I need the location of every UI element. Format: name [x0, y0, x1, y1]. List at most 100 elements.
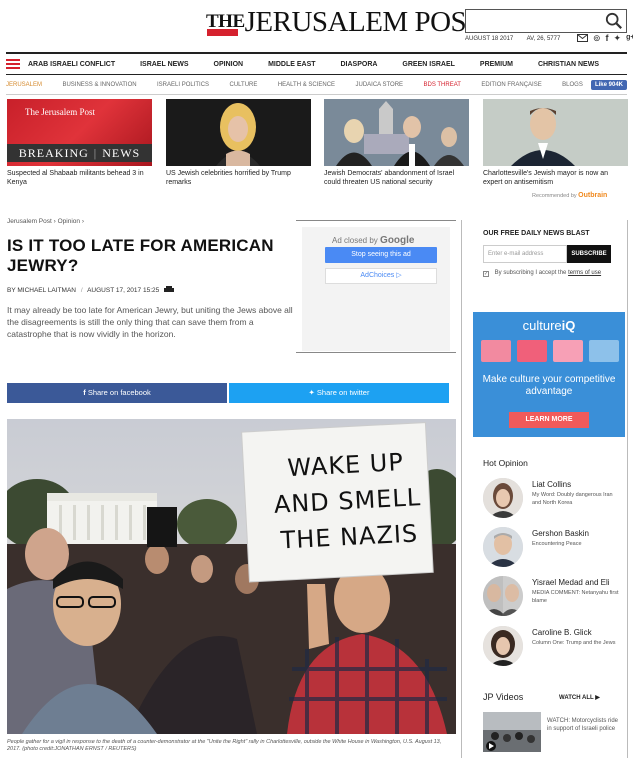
culture-logo-b: iQ — [561, 318, 576, 333]
hot-opinion-title: Hot Opinion — [483, 458, 528, 468]
mail-icon[interactable] — [577, 34, 588, 42]
header-divider — [6, 52, 627, 54]
subnav-item-edition-fran-aise[interactable]: EDITION FRANÇAISE — [481, 82, 541, 88]
breaking-news-thumb[interactable]: The Jerusalem Post BREAKING | NEWS — [7, 99, 152, 166]
search-input[interactable] — [465, 9, 627, 33]
ad-closed-text: Ad closed by — [332, 236, 378, 245]
watch-all-link[interactable]: WATCH ALL ▶ — [559, 694, 600, 701]
celebrity-photo[interactable] — [166, 99, 311, 166]
twitter-icon[interactable]: ✦ — [614, 33, 622, 43]
outbrain-recommended[interactable]: Recommended by Outbrain — [532, 192, 607, 199]
menu-icon[interactable] — [6, 59, 20, 69]
column-title[interactable]: My Word: Doubly dangerous Iran and North… — [532, 492, 622, 507]
chevron-right-icon: › — [81, 218, 84, 225]
breadcrumb-opinion[interactable]: Opinion — [58, 218, 80, 225]
nav-item-arab-israeli-conflict[interactable]: ARAB ISRAELI CONFLICT — [28, 61, 115, 68]
ad-closed-label: Ad closed by Google — [332, 235, 415, 246]
subnav-item-jerusalem[interactable]: JERUSALEM — [6, 82, 42, 88]
terms-row: ✓ By subscribing I accept the terms of u… — [483, 270, 601, 277]
columnist-name[interactable]: Yisrael Medad and Eli — [532, 578, 610, 587]
culture-headline: Make culture your competitive advantage — [482, 374, 616, 397]
subscribe-button[interactable]: SUBSCRIBE — [567, 245, 611, 263]
article-date: AUGUST 17, 2017 15:25 — [87, 287, 160, 294]
story-caption[interactable]: Charlottesville's Jewish mayor is now an… — [483, 169, 628, 187]
story-caption[interactable]: US Jewish celebrities horrified by Trump… — [166, 169, 311, 187]
story-caption[interactable]: Jewish Democrats' abandonment of Israel … — [324, 169, 469, 187]
rss-icon[interactable]: ⊚ — [593, 33, 601, 43]
email-field[interactable]: Enter e-mail address — [483, 245, 567, 263]
columnist-name[interactable]: Gershon Baskin — [532, 529, 589, 538]
author-link[interactable]: BY MICHAEL LAITMAN — [7, 287, 76, 294]
columnist-name[interactable]: Caroline B. Glick — [532, 628, 592, 637]
share-facebook-button[interactable]: f Share on facebook — [7, 383, 227, 403]
video-caption[interactable]: WATCH: Motorcyclists ride in support of … — [547, 717, 619, 733]
stop-seeing-ad-button[interactable]: Stop seeing this ad — [325, 247, 437, 263]
top-story-4[interactable]: Charlottesville's Jewish mayor is now an… — [483, 99, 628, 187]
logo-name: JERUSALEM POST — [244, 6, 484, 38]
nav-item-israel-news[interactable]: ISRAEL NEWS — [140, 61, 189, 68]
avatar[interactable] — [483, 527, 523, 567]
search-icon[interactable] — [605, 12, 623, 30]
hot-opinion-item[interactable]: Liat Collins My Word: Doubly dangerous I… — [483, 478, 623, 522]
top-story-2[interactable]: US Jewish celebrities horrified by Trump… — [166, 99, 311, 187]
subnav-item-blogs[interactable]: BLOGS — [562, 82, 583, 88]
terms-checkbox[interactable]: ✓ — [483, 271, 489, 277]
byline: BY MICHAEL LAITMAN / AUGUST 17, 2017 15:… — [7, 286, 175, 294]
subnav-item-health-science[interactable]: HEALTH & SCIENCE — [278, 82, 335, 88]
terms-prefix: By subscribing I accept the — [494, 270, 567, 276]
hot-opinion-item[interactable]: Caroline B. Glick Column One: Trump and … — [483, 626, 623, 670]
video-thumbnail[interactable] — [483, 712, 541, 752]
subnav-item-business-innovation[interactable]: BUSINESS & INNOVATION — [62, 82, 136, 88]
avatar[interactable] — [483, 478, 523, 518]
nav-item-middle-east[interactable]: MIDDLE EAST — [268, 61, 315, 68]
terms-link[interactable]: terms of use — [568, 270, 601, 276]
jp-videos-title: JP Videos — [483, 692, 524, 702]
photo-caption: People gather for a vigil in response to… — [7, 739, 442, 752]
subnav-divider — [6, 94, 627, 95]
facebook-icon: f — [83, 388, 86, 397]
article-photo[interactable]: WAKE UP AND SMELL THE NAZIS — [7, 419, 456, 734]
google-logo: Google — [380, 235, 415, 246]
date-line: AUGUST 18 2017 AV, 26, 5777 — [465, 36, 572, 42]
gplus-icon[interactable]: g+ — [626, 33, 633, 43]
print-icon[interactable] — [164, 286, 175, 293]
adchoices-button[interactable]: AdChoices ▷ — [325, 268, 437, 284]
outbrain-logo: Outbrain — [578, 192, 608, 199]
hot-opinion-item[interactable]: Gershon Baskin Encountering Peace — [483, 527, 623, 571]
site-logo[interactable]: THEJERUSALEM POST — [206, 6, 484, 38]
subnav-item-israeli-politics[interactable]: ISRAELI POLITICS — [157, 82, 209, 88]
avatar[interactable] — [483, 576, 523, 616]
nav-item-green-israel[interactable]: GREEN ISRAEL — [402, 61, 455, 68]
facebook-like-button[interactable]: Like 904K — [590, 79, 627, 90]
hot-opinion-item[interactable]: Yisrael Medad and Eli MEDIA COMMENT: Net… — [483, 576, 623, 620]
story-caption[interactable]: Suspected al Shabaab militants behead 3 … — [7, 169, 152, 187]
top-story-3[interactable]: Jewish Democrats' abandonment of Israel … — [324, 99, 469, 187]
nav-item-diaspora[interactable]: DIASPORA — [341, 61, 378, 68]
header-icons: ⊚ f ✦ g+ — [577, 33, 633, 43]
nav-item-christian-news[interactable]: CHRISTIAN NEWS — [538, 61, 599, 68]
article-title: IS IT TOO LATE FOR AMERICAN JEWRY? — [7, 236, 274, 275]
top-story-1[interactable]: The Jerusalem Post BREAKING | NEWS Suspe… — [7, 99, 152, 187]
column-title[interactable]: Column One: Trump and the Jews — [532, 640, 622, 648]
nav-item-opinion[interactable]: OPINION — [214, 61, 244, 68]
politicians-photo[interactable] — [324, 99, 469, 166]
culture-iq-ad[interactable]: cultureiQ Make culture your competitive … — [473, 312, 625, 437]
share-facebook-label: Share on facebook — [87, 388, 151, 397]
avatar[interactable] — [483, 626, 523, 666]
subnav-item-bds-threat[interactable]: BDS THREAT — [424, 82, 461, 88]
sidebar-divider-right — [627, 220, 628, 758]
subnav-item-judaica-store[interactable]: JUDAICA STORE — [355, 82, 403, 88]
thumb-breaking: BREAKING — [18, 145, 89, 160]
breadcrumb-home[interactable]: Jerusalem Post — [7, 218, 52, 225]
nav-item-premium[interactable]: PREMIUM — [480, 61, 513, 68]
column-title[interactable]: Encountering Peace — [532, 541, 622, 549]
columnist-name[interactable]: Liat Collins — [532, 480, 571, 489]
share-twitter-button[interactable]: ✦ Share on twitter — [229, 383, 449, 403]
facebook-icon[interactable]: f — [606, 33, 609, 43]
gregorian-date: AUGUST 18 2017 — [465, 36, 514, 42]
subnav-item-culture[interactable]: CULTURE — [229, 82, 257, 88]
mayor-photo[interactable] — [483, 99, 628, 166]
column-title[interactable]: MEDIA COMMENT: Netanyahu first blame — [532, 590, 622, 605]
learn-more-button[interactable]: LEARN MORE — [509, 412, 589, 428]
adchoices-icon: ▷ — [396, 272, 402, 279]
